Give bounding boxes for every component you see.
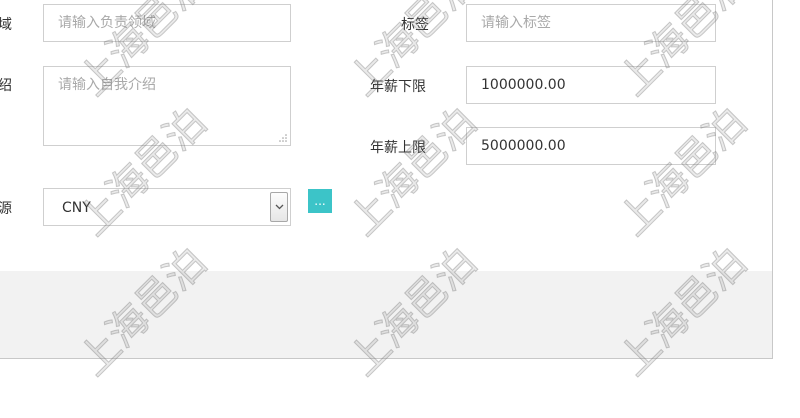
resize-grip-icon[interactable]	[278, 133, 287, 142]
domain-label: 域	[0, 17, 12, 33]
tags-label: 标签	[401, 17, 429, 33]
salary-min-label: 年薪下限	[370, 79, 426, 95]
form-footer-area	[0, 271, 772, 358]
intro-label: 绍	[0, 78, 12, 94]
intro-textarea[interactable]	[43, 66, 291, 146]
salary-min-input[interactable]	[466, 66, 716, 104]
domain-input[interactable]	[43, 4, 291, 42]
salary-max-input[interactable]	[466, 127, 716, 165]
select-arrow-button[interactable]	[270, 192, 288, 222]
chevron-down-icon	[275, 204, 284, 210]
tags-input[interactable]	[466, 4, 716, 42]
more-options-button[interactable]: ...	[308, 189, 332, 213]
currency-select-value: CNY	[62, 200, 91, 216]
currency-select[interactable]: CNY	[43, 188, 291, 226]
source-label: 源	[0, 201, 12, 217]
salary-max-label: 年薪上限	[370, 140, 426, 156]
